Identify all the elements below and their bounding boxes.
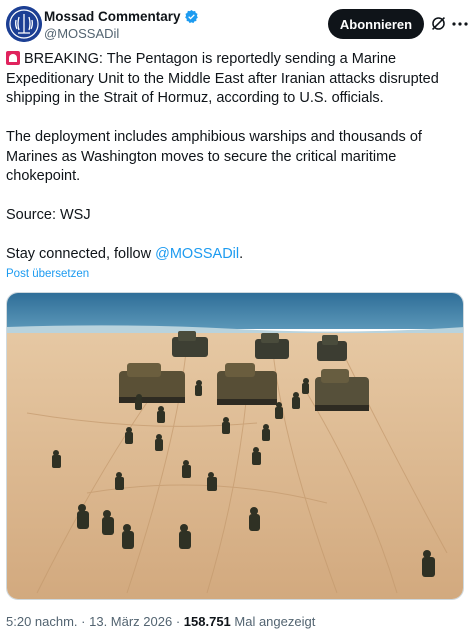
tweet-meta: 5:20 nachm. · 13. März 2026 · 158.751 Ma… [6,614,316,629]
views-count: 158.751 [183,614,231,629]
siren-icon [6,51,20,65]
tweet-paragraph-3: Source: WSJ [6,207,91,223]
beach-landing-photo [7,293,463,599]
tweet-paragraph-2: The deployment includes amphibious warsh… [6,129,422,184]
tweet-paragraph-1: BREAKING: The Pentagon is reportedly sen… [6,51,439,106]
views-label: Mal angezeigt [230,614,316,629]
subscribe-button[interactable]: Abonnieren [328,9,424,39]
mossad-emblem-icon [6,6,42,42]
tweet-media-image[interactable] [6,292,464,600]
avatar[interactable] [6,6,42,42]
author-display-name[interactable]: Mossad Commentary [44,9,181,24]
mention-link[interactable]: @MOSSADil [155,246,239,262]
tweet-header: Mossad Commentary @MOSSADil Abonnieren [6,6,468,46]
tweet-text: BREAKING: The Pentagon is reportedly sen… [6,50,468,284]
grok-icon[interactable] [430,15,447,32]
post-date[interactable]: 13. März 2026 [89,614,172,629]
verified-badge-icon [184,9,198,24]
post-time[interactable]: 5:20 nachm. [6,614,78,629]
more-dots-icon[interactable] [452,22,468,26]
translate-post-link[interactable]: Post übersetzen [6,268,89,280]
tweet-paragraph-4: Stay connected, follow @MOSSADil. [6,246,244,262]
author-handle[interactable]: @MOSSADil [44,26,199,41]
